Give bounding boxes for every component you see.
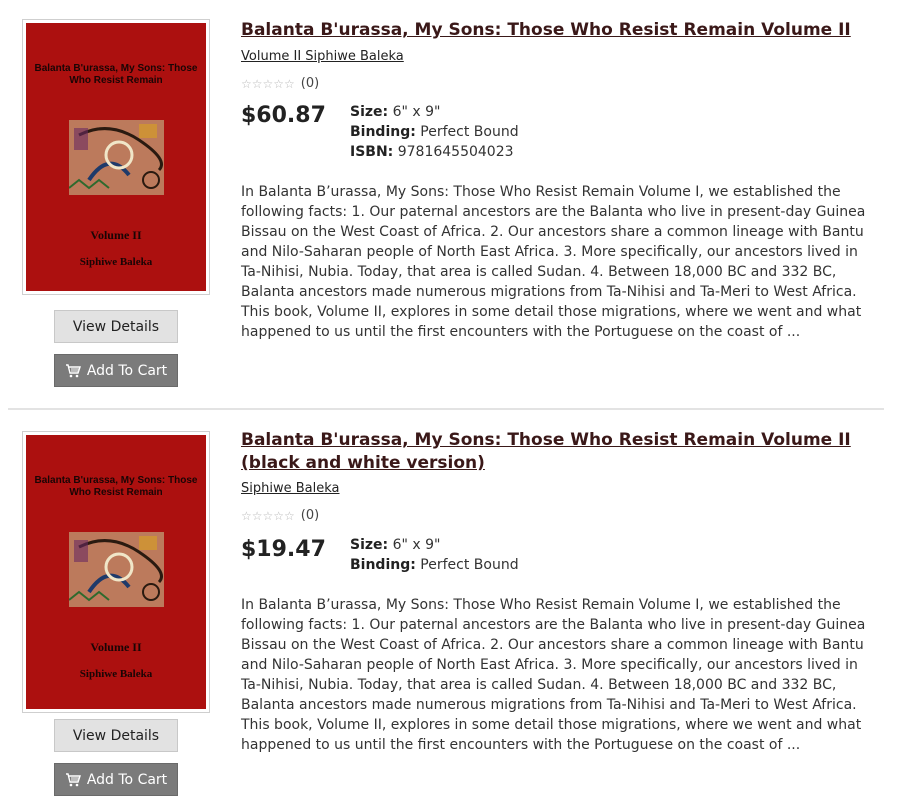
cover-background: Balanta B'urassa, My Sons: Those Who Res…: [26, 23, 206, 291]
cover-author: Siphiwe Baleka: [79, 668, 153, 680]
spec-size-value: 6" x 9": [392, 104, 441, 120]
cover-artwork: [69, 532, 164, 607]
spec-binding-value: Perfect Bound: [420, 557, 519, 573]
spec-isbn: ISBN: 9781645504023: [350, 142, 519, 162]
product-price: $60.87: [241, 103, 326, 128]
add-to-cart-button[interactable]: Add To Cart: [54, 763, 178, 796]
shopping-cart-icon: [65, 363, 81, 377]
product-author-link[interactable]: Siphiwe Baleka: [241, 481, 340, 496]
spec-size-label: Size:: [350, 537, 389, 553]
spec-binding-label: Binding:: [350, 124, 416, 140]
spec-isbn-value: 9781645504023: [397, 144, 514, 160]
rating: ☆☆☆☆☆ (0): [241, 508, 319, 523]
spec-binding: Binding: Perfect Bound: [350, 122, 519, 142]
shopping-cart-icon: [65, 772, 81, 786]
cover-volume: Volume II: [90, 228, 142, 242]
cover-author: Siphiwe Baleka: [79, 256, 153, 268]
spec-size: Size: 6" x 9": [350, 102, 519, 122]
book-cover-image[interactable]: Balanta B'urassa, My Sons: Those Who Res…: [22, 431, 210, 713]
star-icon: ☆☆☆☆☆: [241, 76, 295, 91]
product-title-link[interactable]: Balanta B'urassa, My Sons: Those Who Res…: [241, 19, 861, 42]
product-description: In Balanta B’urassa, My Sons: Those Who …: [241, 597, 866, 753]
cover-background: Balanta B'urassa, My Sons: Those Who Res…: [26, 435, 206, 709]
add-to-cart-label: Add To Cart: [86, 362, 168, 379]
rating-count: (0): [300, 508, 320, 523]
spec-binding-value: Perfect Bound: [420, 124, 519, 140]
add-to-cart-button[interactable]: Add To Cart: [54, 354, 178, 387]
cover-volume: Volume II: [90, 640, 142, 654]
star-icon: ☆☆☆☆☆: [241, 508, 295, 523]
product-description: In Balanta B’urassa, My Sons: Those Who …: [241, 184, 866, 340]
product-title-link[interactable]: Balanta B'urassa, My Sons: Those Who Res…: [241, 429, 861, 475]
rating-count: (0): [300, 76, 320, 91]
product-specs: Size: 6" x 9" Binding: Perfect Bound: [350, 535, 519, 575]
spec-size: Size: 6" x 9": [350, 535, 519, 555]
product-listing: Balanta B'urassa, My Sons: Those Who Res…: [0, 0, 899, 405]
spec-binding-label: Binding:: [350, 557, 416, 573]
view-details-button[interactable]: View Details: [54, 719, 178, 752]
product-specs: Size: 6" x 9" Binding: Perfect Bound ISB…: [350, 102, 519, 162]
view-details-button[interactable]: View Details: [54, 310, 178, 343]
cover-title: Balanta B'urassa, My Sons: Those Who Res…: [34, 475, 198, 498]
spec-size-label: Size:: [350, 104, 389, 120]
product-price: $19.47: [241, 537, 326, 562]
cover-artwork: [69, 120, 164, 195]
rating: ☆☆☆☆☆ (0): [241, 76, 319, 91]
product-listing: Balanta B'urassa, My Sons: Those Who Res…: [0, 410, 899, 796]
product-author-link[interactable]: Volume II Siphiwe Baleka: [241, 49, 404, 64]
spec-binding: Binding: Perfect Bound: [350, 555, 519, 575]
spec-isbn-label: ISBN:: [350, 144, 394, 160]
spec-size-value: 6" x 9": [392, 537, 441, 553]
add-to-cart-label: Add To Cart: [86, 771, 168, 788]
book-cover-image[interactable]: Balanta B'urassa, My Sons: Those Who Res…: [22, 19, 210, 295]
cover-title: Balanta B'urassa, My Sons: Those Who Res…: [34, 63, 198, 86]
